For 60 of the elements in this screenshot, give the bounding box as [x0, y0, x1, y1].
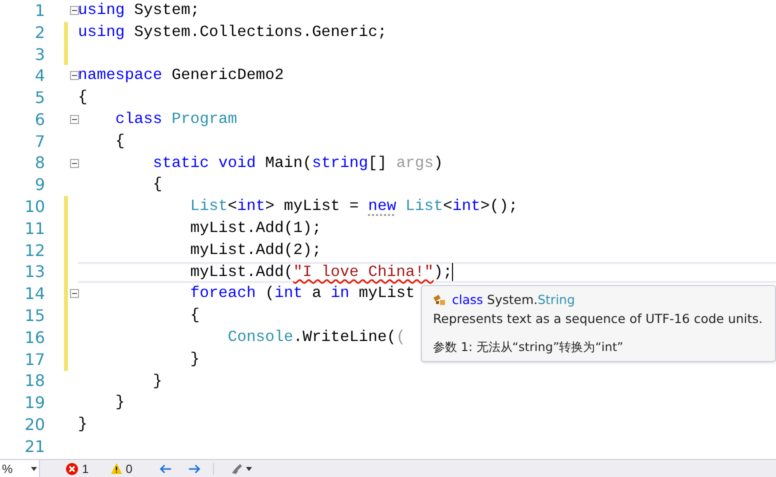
error-icon: [66, 462, 78, 474]
code-line: using System.Collections.Generic;: [78, 24, 387, 40]
line-number: 11: [24, 218, 46, 240]
code-line: List<int> myList = new List<int>();: [189, 199, 518, 215]
code-line: }: [189, 352, 200, 368]
line-number: 16: [24, 326, 46, 349]
code-line: }: [152, 374, 162, 390]
line-number: 1: [34, 0, 46, 22]
brush-icon: [230, 462, 242, 474]
line-number: 13: [24, 261, 46, 284]
line-number: 17: [24, 348, 46, 371]
code-line: namespace GenericDemo2: [78, 68, 284, 84]
code-line: myList.Add("I love China!");: [189, 264, 452, 280]
code-line: myList.Add(2);: [189, 242, 322, 258]
code-line: Console.WriteLine((: [226, 330, 406, 346]
type-description: Represents text as a sequence of UTF-16 code units.: [433, 310, 763, 328]
line-number: 4: [34, 65, 46, 88]
line-number: 6: [34, 108, 46, 131]
code-line: {: [114, 134, 125, 150]
code-line: foreach (int a in myList: [189, 286, 415, 302]
collapse-icon[interactable]: [70, 71, 79, 80]
type-signature: class System.String: [452, 291, 575, 309]
zoom-dropdown[interactable]: %: [0, 460, 40, 477]
line-number: 15: [24, 305, 46, 328]
back-icon[interactable]: [159, 464, 172, 474]
code-line: class Program: [114, 112, 238, 128]
text-cursor: [452, 263, 454, 282]
line-number: 2: [34, 22, 46, 44]
line-number: 5: [34, 87, 46, 110]
code-line: static void Main(string[] args): [152, 156, 443, 172]
collapse-icon[interactable]: [70, 158, 79, 168]
collapse-icon[interactable]: [70, 289, 79, 298]
code-line: myList.Add(1);: [189, 221, 322, 237]
line-number: 21: [24, 436, 46, 458]
line-number: 9: [34, 174, 46, 196]
code-line: {: [189, 308, 200, 324]
line-number: 10: [24, 196, 46, 218]
line-number: 20: [24, 414, 46, 436]
collapse-icon[interactable]: [70, 6, 79, 15]
code-line: {: [78, 90, 88, 106]
forward-icon[interactable]: [188, 464, 202, 474]
line-number: 19: [24, 392, 46, 414]
code-line: {: [152, 177, 162, 194]
line-number: 18: [24, 370, 46, 392]
line-number: 12: [24, 240, 46, 262]
code-line: }: [78, 417, 88, 433]
caret-icon: [246, 466, 252, 470]
line-number: 14: [24, 283, 46, 306]
code-line: using System;: [78, 3, 200, 19]
line-number: 3: [34, 44, 46, 66]
line-number: 8: [34, 152, 46, 174]
caret-icon: [31, 466, 37, 470]
code-line: }: [114, 395, 125, 412]
collapse-icon[interactable]: [70, 114, 79, 124]
error-message: 参数 1: 无法从“string”转换为“int”: [433, 338, 624, 356]
line-number: 7: [34, 130, 46, 153]
class-icon: [433, 293, 447, 308]
warning-icon: [110, 463, 122, 474]
errors-button[interactable]: 1: [66, 460, 89, 477]
warnings-button[interactable]: 0: [110, 460, 132, 477]
